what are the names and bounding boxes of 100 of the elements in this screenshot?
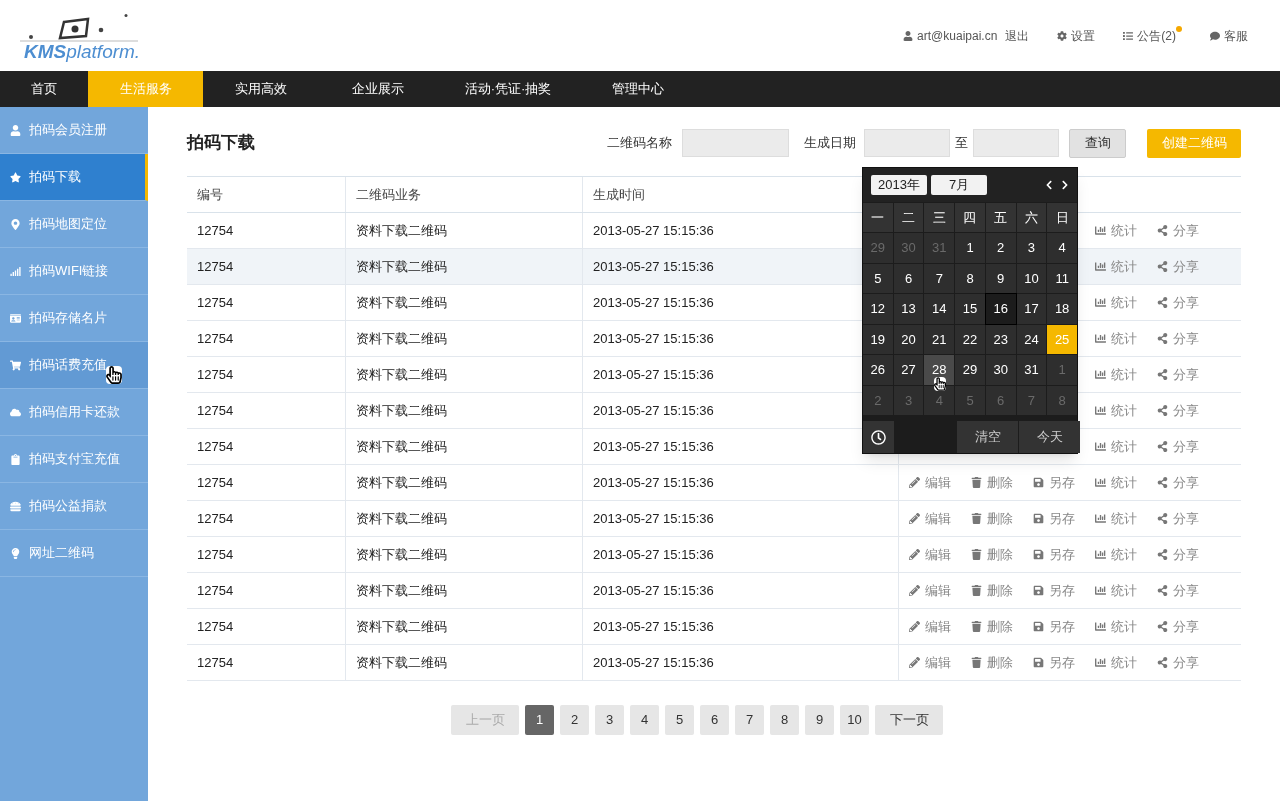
calendar-day[interactable]: 18 (1047, 294, 1077, 324)
calendar-day[interactable]: 22 (955, 324, 985, 354)
nav-tab[interactable]: 企业展示 (318, 71, 438, 107)
calendar-day[interactable]: 15 (955, 294, 985, 324)
action-link[interactable]: 统计 (1111, 364, 1137, 385)
sidebar-item[interactable]: 拍码地图定位 (0, 201, 148, 248)
action-link[interactable]: 删除 (987, 616, 1013, 637)
calendar-day[interactable]: 17 (1016, 294, 1047, 324)
calendar-day[interactable]: 13 (893, 294, 924, 324)
action-link[interactable]: 分享 (1173, 220, 1199, 241)
name-field[interactable] (682, 129, 789, 157)
action-link[interactable]: 删除 (987, 544, 1013, 565)
page-button[interactable]: 2 (560, 705, 589, 735)
action-link[interactable]: 分享 (1173, 256, 1199, 277)
action-link[interactable]: 另存 (1049, 544, 1075, 565)
header-link[interactable]: 设置 (1071, 27, 1096, 45)
action-link[interactable]: 统计 (1111, 508, 1137, 529)
calendar-day[interactable]: 19 (863, 324, 893, 354)
calendar-day[interactable]: 3 (1016, 233, 1047, 263)
calendar-day[interactable]: 11 (1047, 263, 1077, 293)
action-link[interactable]: 统计 (1111, 616, 1137, 637)
calendar-day[interactable]: 29 (955, 355, 985, 385)
action-link[interactable]: 统计 (1111, 580, 1137, 601)
action-link[interactable]: 分享 (1173, 652, 1199, 673)
action-link[interactable]: 分享 (1173, 616, 1199, 637)
calendar-day[interactable]: 8 (1047, 385, 1077, 415)
calendar-day[interactable]: 30 (893, 233, 924, 263)
action-link[interactable]: 编辑 (925, 580, 951, 601)
action-link[interactable]: 另存 (1049, 580, 1075, 601)
action-link[interactable]: 删除 (987, 580, 1013, 601)
calendar-day[interactable]: 31 (924, 233, 955, 263)
action-link[interactable]: 另存 (1049, 616, 1075, 637)
previous-month-icon[interactable] (1045, 180, 1053, 190)
page-button[interactable]: 6 (700, 705, 729, 735)
calendar-day[interactable]: 4 (924, 385, 955, 415)
next-page-button[interactable]: 下一页 (875, 705, 943, 735)
action-link[interactable]: 统计 (1111, 652, 1137, 673)
page-button[interactable]: 7 (735, 705, 764, 735)
header-link[interactable]: 客服 (1224, 27, 1248, 45)
nav-tab[interactable]: 管理中心 (578, 71, 698, 107)
action-link[interactable]: 分享 (1173, 364, 1199, 385)
calendar-day[interactable]: 8 (955, 263, 985, 293)
action-link[interactable]: 另存 (1049, 508, 1075, 529)
sidebar-item[interactable]: 拍码下载 (0, 154, 148, 201)
page-button[interactable]: 5 (665, 705, 694, 735)
calendar-day[interactable]: 20 (893, 324, 924, 354)
calendar-day[interactable]: 6 (893, 263, 924, 293)
sidebar-item[interactable]: 拍码公益捐款 (0, 483, 148, 530)
sidebar-item[interactable]: 拍码信用卡还款 (0, 389, 148, 436)
calendar-day[interactable]: 30 (985, 355, 1016, 385)
calendar-day[interactable]: 7 (924, 263, 955, 293)
calendar-day[interactable]: 4 (1047, 233, 1077, 263)
action-link[interactable]: 另存 (1049, 652, 1075, 673)
nav-tab[interactable]: 首页 (0, 71, 88, 107)
action-link[interactable]: 统计 (1111, 544, 1137, 565)
calendar-day[interactable]: 9 (985, 263, 1016, 293)
calendar-day[interactable]: 26 (863, 355, 893, 385)
clock-icon[interactable] (871, 429, 886, 445)
calendar-day[interactable]: 5 (955, 385, 985, 415)
action-link[interactable]: 统计 (1111, 328, 1137, 349)
date-field[interactable] (864, 129, 950, 157)
action-link[interactable]: 分享 (1173, 436, 1199, 457)
next-month-icon[interactable] (1061, 180, 1069, 190)
calendar-day[interactable]: 12 (863, 294, 893, 324)
date-field[interactable] (973, 129, 1059, 157)
query-button[interactable]: 查询 (1069, 128, 1126, 158)
calendar-day[interactable]: 2 (985, 233, 1016, 263)
page-button[interactable]: 3 (595, 705, 624, 735)
action-link[interactable]: 删除 (987, 652, 1013, 673)
sidebar-item[interactable]: 拍码WIFI链接 (0, 248, 148, 295)
sidebar-item[interactable]: 网址二维码 (0, 530, 148, 577)
calendar-day[interactable]: 6 (985, 385, 1016, 415)
calendar-day[interactable]: 1 (1047, 355, 1077, 385)
page-button[interactable]: 10 (840, 705, 869, 735)
action-link[interactable]: 编辑 (925, 544, 951, 565)
calendar-day[interactable]: 14 (924, 294, 955, 324)
calendar-day[interactable]: 2 (863, 385, 893, 415)
calendar-day[interactable]: 5 (863, 263, 893, 293)
header-link[interactable]: 公告(2) (1137, 27, 1176, 45)
nav-tab[interactable]: 实用高效 (203, 71, 318, 107)
action-link[interactable]: 编辑 (925, 616, 951, 637)
page-button[interactable]: 4 (630, 705, 659, 735)
calendar-day[interactable]: 10 (1016, 263, 1047, 293)
action-link[interactable]: 分享 (1173, 292, 1199, 313)
calendar-day[interactable]: 3 (893, 385, 924, 415)
clear-button[interactable]: 清空 (957, 421, 1018, 453)
calendar-day[interactable]: 21 (924, 324, 955, 354)
action-link[interactable]: 统计 (1111, 220, 1137, 241)
action-link[interactable]: 分享 (1173, 508, 1199, 529)
action-link[interactable]: 统计 (1111, 292, 1137, 313)
action-link[interactable]: 分享 (1173, 472, 1199, 493)
action-link[interactable]: 分享 (1173, 544, 1199, 565)
page-button[interactable]: 8 (770, 705, 799, 735)
action-link[interactable]: 编辑 (925, 652, 951, 673)
sidebar-item[interactable]: 拍码支付宝充值 (0, 436, 148, 483)
action-link[interactable]: 编辑 (925, 472, 951, 493)
calendar-day[interactable]: 29 (863, 233, 893, 263)
calendar-day[interactable]: 31 (1016, 355, 1047, 385)
page-button[interactable]: 9 (805, 705, 834, 735)
action-link[interactable]: 分享 (1173, 580, 1199, 601)
